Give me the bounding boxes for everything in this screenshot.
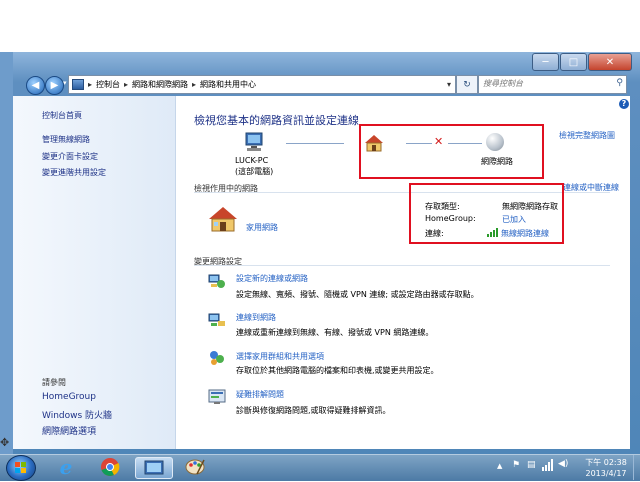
sidebar-item-internet-options[interactable]: 網際網路選項 [42,424,96,437]
homegroup-sharing-icon [208,350,226,368]
forward-button[interactable]: ▶ [45,76,64,95]
sidebar-home-link[interactable]: 控制台首頁 [42,110,82,121]
paint-palette-icon [185,459,205,475]
help-icon[interactable]: ? [619,99,629,109]
control-panel-icon [72,79,84,90]
breadcrumb-sep-icon: ▸ [124,80,129,89]
show-desktop-button[interactable] [633,455,640,480]
action-center-flag-icon[interactable]: ⚑ [512,460,520,470]
see-also-heading: 請參閱 [42,378,66,387]
taskbar-chrome-button[interactable] [96,457,124,477]
minimize-button[interactable]: ─ [532,53,559,71]
home-network-icon [208,206,238,234]
taskbar-control-panel-button[interactable] [135,457,173,479]
connection-line [286,143,344,144]
search-icon[interactable]: ⚲ [616,78,623,88]
refresh-icon: ↻ [463,79,471,90]
task-troubleshoot-desc: 診斷與修復網路問題,或取得疑難排解資訊。 [236,406,391,415]
clock-time: 下午 02:38 [585,458,627,467]
start-button[interactable] [6,455,36,481]
breadcrumb-sep-icon: ▸ [88,80,93,89]
computer-subtitle: (這部電腦) [235,167,274,176]
annotation-box-network-map [359,124,544,179]
move-cursor-icon: ✥ [0,436,10,449]
task-troubleshoot-link[interactable]: 疑難排解問題 [236,389,284,400]
troubleshoot-icon [208,389,226,407]
sidebar-item-firewall[interactable]: Windows 防火牆 [42,408,112,421]
maximize-button[interactable]: □ [560,53,587,71]
show-hidden-icons-chevron-icon[interactable]: ▲ [497,462,502,470]
annotation-box-network-properties [409,183,564,244]
task-connect-network-link[interactable]: 連線到網路 [236,312,276,323]
forward-arrow-icon: ▶ [50,80,59,91]
sidebar-item-manage-wireless[interactable]: 管理無線網路 [42,134,90,145]
close-button[interactable]: ✕ [588,53,632,71]
connect-network-icon [208,312,226,330]
task-connect-network-desc: 連線或重新連線到無線、有線、撥號或 VPN 網路連線。 [236,328,434,337]
back-arrow-icon: ◀ [31,80,40,91]
control-panel-window-icon [144,460,164,475]
computer-icon [243,132,265,154]
breadcrumb-control-panel[interactable]: 控制台 [96,79,120,90]
refresh-button[interactable]: ↻ [456,75,478,94]
windows-logo-icon [15,462,26,473]
sidebar-item-adapter-settings[interactable]: 變更介面卡設定 [42,151,98,162]
back-button[interactable]: ◀ [26,76,45,95]
window-controls: ─ □ ✕ [531,53,632,71]
chrome-icon [101,458,120,476]
address-dropdown-icon[interactable]: ▾ [447,80,451,89]
divider [194,265,610,266]
search-box[interactable]: ⚲ [478,75,627,94]
task-setup-connection-desc: 設定無線、寬頻、撥號、隨機或 VPN 連線; 或設定路由器或存取點。 [236,290,479,299]
setup-connection-icon [208,273,226,291]
clock-date: 2013/4/17 [585,469,627,478]
breadcrumb-sep-icon: ▸ [192,80,197,89]
page-title: 檢視您基本的網路資訊並設定連線 [194,114,359,127]
taskbar-ie-button[interactable]: e [52,455,80,479]
breadcrumb-network-sharing-center[interactable]: 網路和共用中心 [200,79,256,90]
full-map-link[interactable]: 檢視完整網路圖 [559,130,615,141]
task-setup-connection-link[interactable]: 設定新的連線或網路 [236,273,308,284]
volume-icon[interactable]: ◀) [558,459,568,469]
breadcrumb-network-internet[interactable]: 網路和網際網路 [132,79,188,90]
task-homegroup-desc: 存取位於其他網路電腦的檔案和印表機,或變更共用設定。 [236,366,439,375]
internet-explorer-icon: e [59,455,73,479]
window-left-edge [0,52,13,454]
clock[interactable]: 下午 02:38 2013/4/17 [582,457,630,479]
task-homegroup-link[interactable]: 選擇家用群組和共用選項 [236,351,324,362]
recent-pages-chevron-icon[interactable]: ▾ [63,79,67,87]
network-name-link[interactable]: 家用網路 [246,222,278,233]
computer-name: LUCK-PC [235,156,269,165]
search-input[interactable] [479,76,608,91]
network-tray-icon[interactable] [542,459,554,473]
sidebar-item-advanced-sharing[interactable]: 變更進階共用設定 [42,167,106,178]
address-bar[interactable]: ▸ 控制台 ▸ 網路和網際網路 ▸ 網路和共用中心 ▾ [68,75,456,94]
sidebar-item-homegroup[interactable]: HomeGroup [42,392,96,402]
taskbar-paint-button[interactable] [178,457,212,477]
connect-disconnect-link[interactable]: 連線或中斷連線 [563,182,619,193]
tray-app-icon[interactable]: ▤ [527,460,536,470]
